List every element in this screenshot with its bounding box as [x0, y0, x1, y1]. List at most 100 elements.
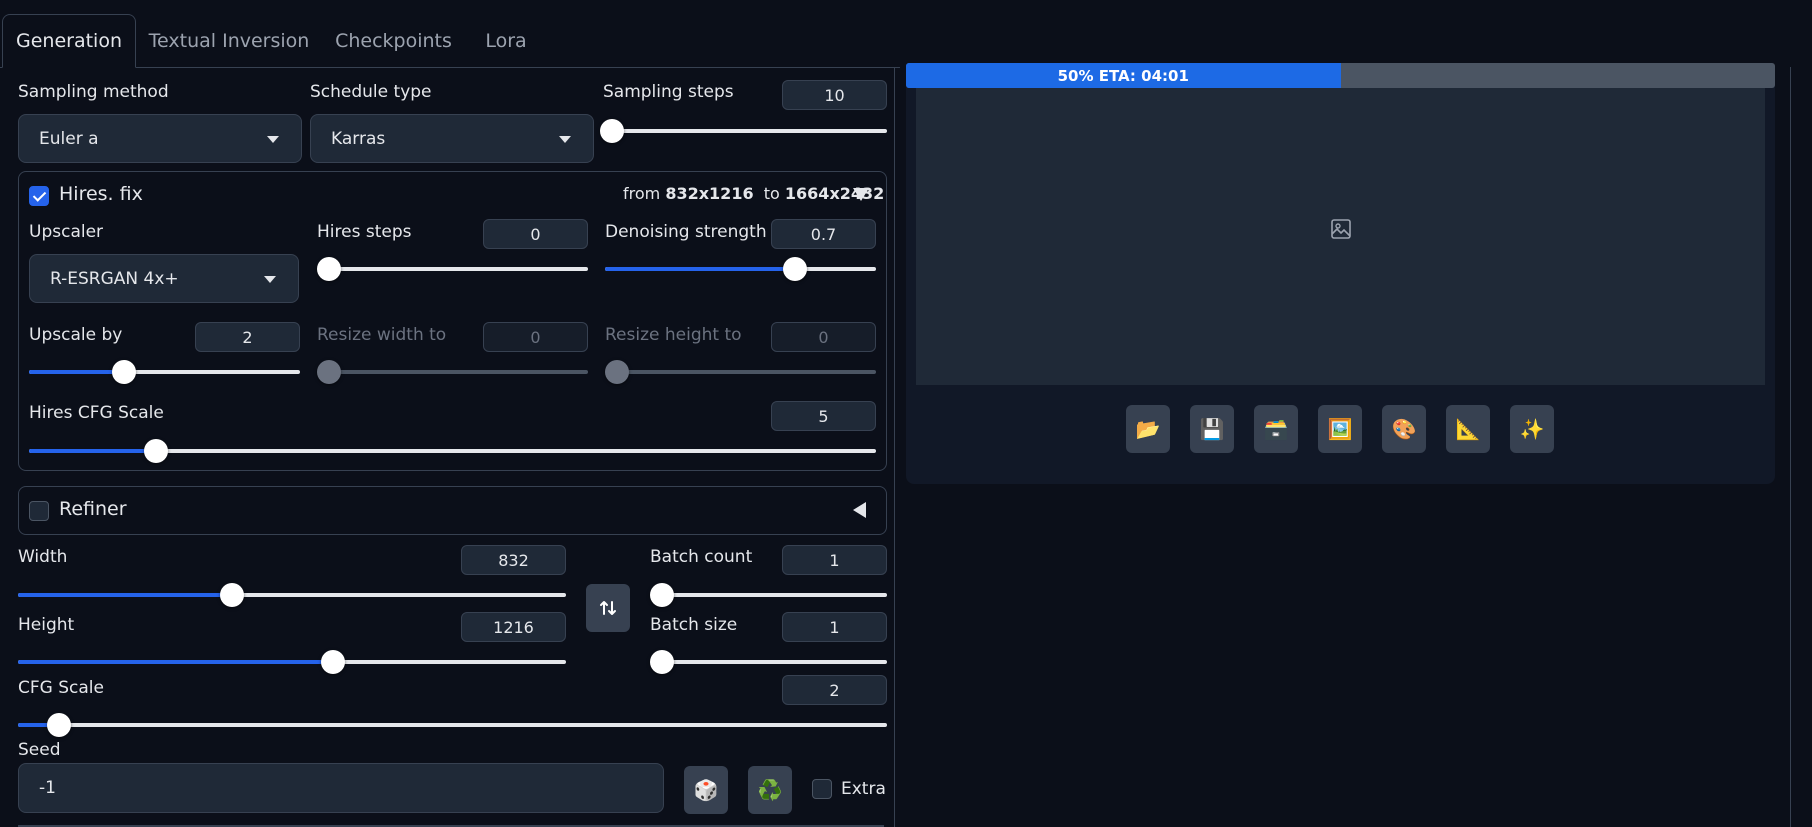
- slider-thumb[interactable]: [605, 360, 629, 384]
- upscale-by-slider[interactable]: [29, 360, 300, 384]
- progress-bar: 50% ETA: 04:01: [906, 63, 1775, 88]
- send-to-extras-button[interactable]: 📐: [1446, 405, 1490, 453]
- width-label: Width: [18, 547, 68, 567]
- resize-width-slider[interactable]: [317, 360, 588, 384]
- slider-thumb[interactable]: [782, 257, 807, 281]
- image-placeholder-icon: [1331, 219, 1351, 239]
- sampling-steps-slider[interactable]: [599, 119, 887, 143]
- hires-steps-label: Hires steps: [317, 222, 412, 242]
- progress-text: 50% ETA: 04:01: [1057, 66, 1189, 85]
- upscaler-value: R-ESRGAN 4x+: [50, 268, 179, 289]
- slider-thumb[interactable]: [317, 360, 341, 384]
- denoising-label: Denoising strength: [605, 222, 767, 242]
- recycle-icon: ♻️: [757, 778, 783, 802]
- schedule-type-value: Karras: [331, 128, 386, 149]
- batch-size-input[interactable]: 1: [782, 612, 887, 642]
- hires-fix-checkbox[interactable]: [29, 186, 49, 206]
- to-size: 1664x2432: [784, 184, 885, 203]
- folder-icon: 📂: [1135, 417, 1161, 441]
- sampling-method-label: Sampling method: [18, 82, 169, 102]
- slider-thumb[interactable]: [599, 119, 624, 143]
- open-folder-button[interactable]: 📂: [1126, 405, 1170, 453]
- palette-icon: 🎨: [1391, 417, 1417, 441]
- refiner-expand-icon[interactable]: [853, 502, 866, 518]
- width-slider[interactable]: [18, 583, 566, 607]
- resize-height-slider[interactable]: [605, 360, 876, 384]
- upscale-by-input[interactable]: 2: [195, 322, 300, 352]
- reuse-seed-button[interactable]: ♻️: [748, 766, 792, 814]
- resize-height-label: Resize height to: [605, 325, 742, 345]
- sampling-steps-label: Sampling steps: [603, 82, 734, 102]
- sampling-steps-input[interactable]: 10: [782, 80, 887, 110]
- denoising-input[interactable]: 0.7: [771, 219, 876, 249]
- denoising-slider[interactable]: [605, 257, 876, 281]
- refiner-title: Refiner: [59, 498, 127, 520]
- slider-fill: [18, 593, 232, 597]
- resize-width-input[interactable]: 0: [483, 322, 588, 352]
- slider-thumb[interactable]: [650, 583, 674, 607]
- slider-thumb[interactable]: [144, 439, 169, 463]
- random-seed-button[interactable]: 🎲: [684, 766, 728, 814]
- height-input[interactable]: 1216: [461, 612, 566, 642]
- dice-icon: 🎲: [693, 778, 719, 802]
- to-word: to: [763, 184, 780, 203]
- tab-generation[interactable]: Generation: [2, 14, 136, 68]
- swap-dimensions-button[interactable]: [586, 584, 630, 632]
- hires-cfg-input[interactable]: 5: [771, 401, 876, 431]
- output-image-area[interactable]: [916, 88, 1765, 385]
- slider-thumb[interactable]: [321, 650, 346, 674]
- slider-thumb[interactable]: [219, 583, 244, 607]
- zip-button[interactable]: 🗃️: [1254, 405, 1298, 453]
- width-input[interactable]: 832: [461, 545, 566, 575]
- height-slider[interactable]: [18, 650, 566, 674]
- batch-size-slider[interactable]: [650, 650, 887, 674]
- from-word: from: [623, 184, 661, 203]
- hires-cfg-slider[interactable]: [29, 439, 876, 463]
- slider-track: [617, 370, 876, 374]
- slider-thumb[interactable]: [111, 360, 136, 384]
- resize-width-label: Resize width to: [317, 325, 447, 345]
- from-size: 832x1216: [665, 184, 754, 203]
- cfg-scale-label: CFG Scale: [18, 678, 104, 698]
- send-to-inpaint-button[interactable]: 🎨: [1382, 405, 1426, 453]
- cfg-scale-input[interactable]: 2: [782, 675, 887, 705]
- floppy-disk-icon: 💾: [1199, 417, 1225, 441]
- slider-thumb[interactable]: [650, 650, 674, 674]
- cfg-scale-slider[interactable]: [18, 713, 887, 737]
- resize-height-input[interactable]: 0: [771, 322, 876, 352]
- seed-input[interactable]: -1: [18, 763, 664, 813]
- hires-steps-slider[interactable]: [317, 257, 588, 281]
- slider-thumb[interactable]: [317, 257, 341, 281]
- batch-count-slider[interactable]: [650, 583, 887, 607]
- tab-textual-inversion[interactable]: Textual Inversion: [140, 14, 318, 68]
- tab-lora[interactable]: Lora: [470, 14, 542, 68]
- hires-fix-panel: [18, 171, 887, 471]
- slider-thumb[interactable]: [46, 713, 71, 737]
- tab-label: Textual Inversion: [148, 30, 310, 52]
- sparkles-icon: ✨: [1519, 417, 1545, 441]
- hires-collapse-icon[interactable]: [853, 188, 869, 201]
- tab-checkpoints[interactable]: Checkpoints: [330, 14, 457, 68]
- batch-count-input[interactable]: 1: [782, 545, 887, 575]
- hires-size-info: from 832x1216 to 1664x2432: [623, 184, 884, 203]
- sampling-method-dropdown[interactable]: Euler a: [18, 114, 302, 163]
- slider-fill: [18, 660, 334, 664]
- save-button[interactable]: 💾: [1190, 405, 1234, 453]
- slider-fill: [29, 370, 124, 374]
- sampling-method-value: Euler a: [39, 128, 99, 149]
- slider-track: [603, 129, 887, 133]
- slider-fill: [29, 449, 157, 453]
- upscale-button[interactable]: ✨: [1510, 405, 1554, 453]
- hires-steps-input[interactable]: 0: [483, 219, 588, 249]
- slider-track: [662, 660, 887, 664]
- upscaler-dropdown[interactable]: R-ESRGAN 4x+: [29, 254, 299, 303]
- chevron-down-icon: [267, 136, 279, 143]
- hires-cfg-label: Hires CFG Scale: [29, 403, 164, 423]
- refiner-checkbox[interactable]: [29, 501, 49, 521]
- send-to-img2img-button[interactable]: 🖼️: [1318, 405, 1362, 453]
- schedule-type-label: Schedule type: [310, 82, 432, 102]
- extra-checkbox[interactable]: [812, 779, 832, 799]
- batch-count-label: Batch count: [650, 547, 753, 567]
- schedule-type-dropdown[interactable]: Karras: [310, 114, 594, 163]
- swap-arrows-icon: [600, 601, 616, 615]
